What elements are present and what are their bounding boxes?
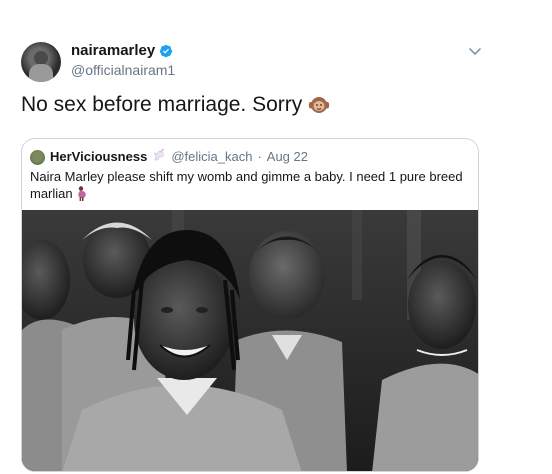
quoted-author-name[interactable]: HerViciousness [50,149,147,165]
quoted-tweet-header: HerViciousness @felicia_kach · Aug 22 [30,148,308,166]
quoted-tweet-text: Naira Marley please shift my womb and gi… [30,168,470,205]
author-avatar[interactable] [21,42,61,82]
quoted-tweet-photo[interactable] [22,210,478,471]
quoted-separator: · [257,149,262,164]
author-name[interactable]: nairamarley [71,42,173,60]
author-handle[interactable]: @officialnairam1 [71,61,175,79]
pregnant-woman-emoji [76,186,88,205]
author-display-name[interactable]: nairamarley [71,42,155,60]
quoted-date[interactable]: Aug 22 [267,149,308,165]
verified-badge-icon [159,44,173,58]
tweet-text-content: No sex before marriage. Sorry [21,93,303,116]
quoted-tweet[interactable]: HerViciousness @felicia_kach · Aug 22 Na… [21,138,479,472]
tweet-text: No sex before marriage. Sorry [21,92,330,118]
unicorn-emoji [152,148,166,166]
quoted-author-handle[interactable]: @felicia_kach [171,149,252,165]
quoted-author-avatar[interactable] [30,149,45,165]
hear-no-evil-monkey-emoji [308,94,330,116]
quoted-text-content: Naira Marley please shift my womb and gi… [30,169,463,201]
chevron-down-icon[interactable] [468,44,482,58]
